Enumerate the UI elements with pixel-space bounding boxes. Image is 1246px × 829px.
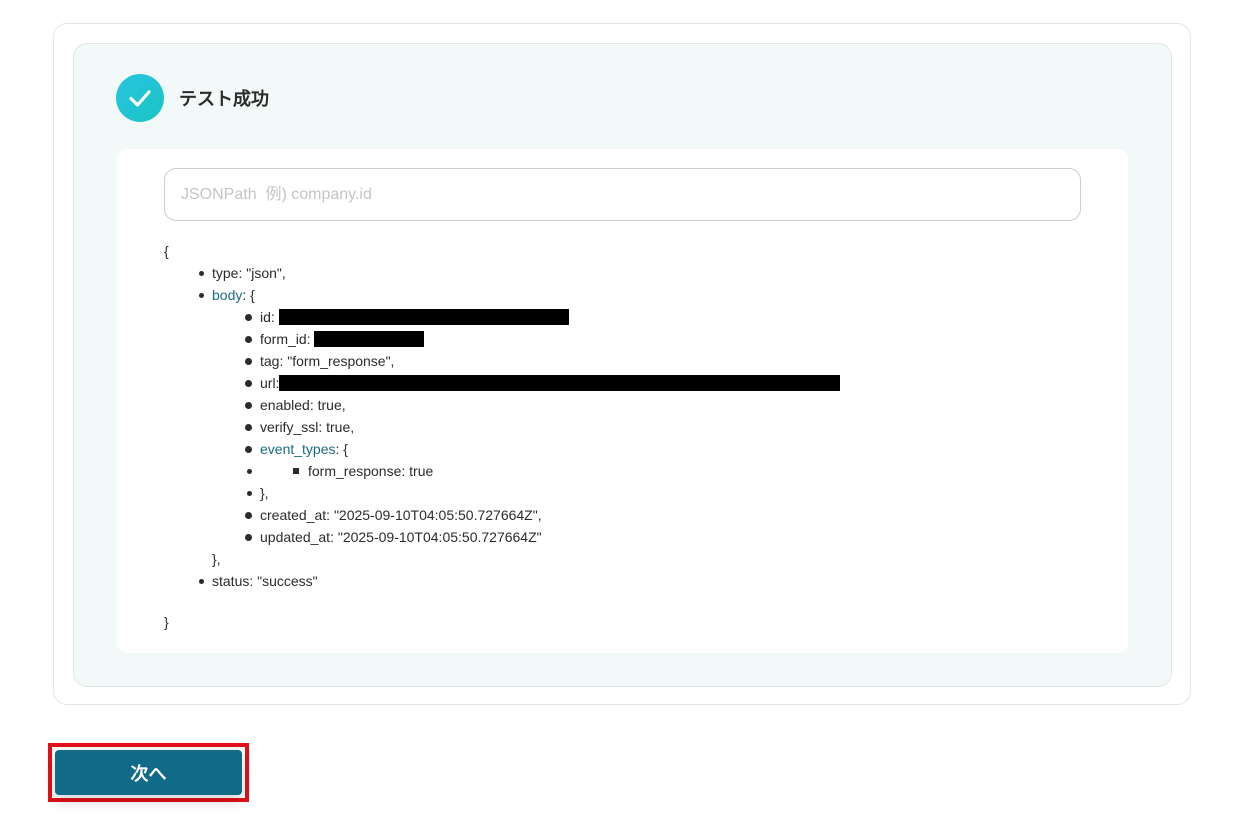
json-item-url: url: [244, 372, 841, 394]
test-result-card: テスト成功 { type: "json", body: { id: form_i… [53, 23, 1191, 705]
json-item-tag: tag: "form_response", [244, 350, 840, 372]
json-item-status: status: "success" [198, 570, 840, 592]
jsonpath-input[interactable] [164, 168, 1081, 221]
event-types-children: form_response: true [246, 460, 840, 482]
json-item-form-id: form_id: [244, 328, 840, 350]
test-result-panel: テスト成功 { type: "json", body: { id: form_i… [73, 43, 1172, 687]
json-root-list-tail: status: "success" [164, 570, 840, 592]
body-key-toggle[interactable]: body [212, 287, 242, 303]
json-root-list: type: "json", body: { [164, 262, 840, 306]
json-open-brace: { [164, 243, 169, 259]
json-item-id: id: [244, 306, 840, 328]
json-item-event-types: event_types: { [244, 438, 840, 460]
redacted-block [278, 309, 569, 325]
event-types-close: }, [246, 482, 840, 504]
json-body-list: id: form_id: tag: "form_response", url: … [164, 306, 841, 548]
event-types-key-toggle[interactable]: event_types [260, 441, 336, 457]
json-close-brace: } [164, 614, 169, 630]
json-item-type: type: "json", [198, 262, 840, 284]
next-button[interactable]: 次へ [55, 750, 242, 795]
next-button-highlight: 次へ [48, 743, 249, 802]
json-item-enabled: enabled: true, [244, 394, 840, 416]
json-item-updated-at: updated_at: "2025-09-10T04:05:50.727664Z… [244, 526, 840, 548]
json-tree: { type: "json", body: { id: form_id: tag… [164, 240, 841, 633]
check-circle-icon [116, 74, 164, 122]
json-item-form-response: form_response: true [292, 460, 840, 482]
json-item-body: body: { [198, 284, 840, 306]
body-close: }, [212, 551, 221, 567]
json-item-created-at: created_at: "2025-09-10T04:05:50.727664Z… [244, 504, 840, 526]
json-item-verify-ssl: verify_ssl: true, [244, 416, 840, 438]
redacted-block [314, 331, 425, 347]
status-row: テスト成功 [116, 74, 269, 122]
redacted-block [279, 375, 841, 391]
json-output-box: { type: "json", body: { id: form_id: tag… [117, 149, 1128, 653]
status-title: テスト成功 [179, 89, 269, 109]
